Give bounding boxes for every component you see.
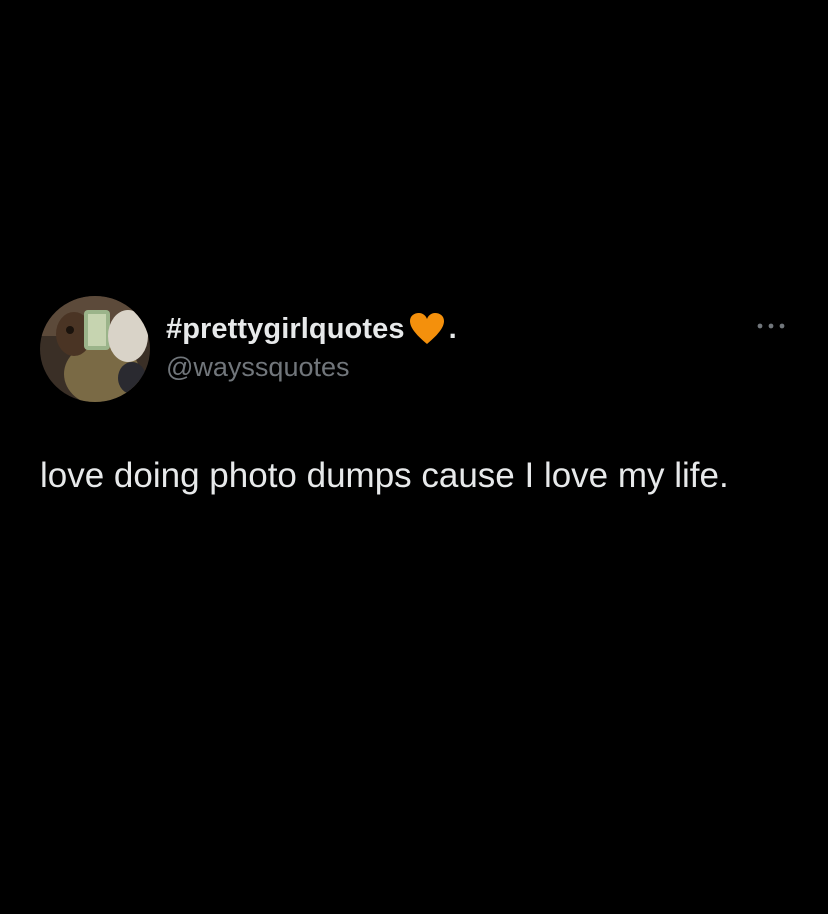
tweet-card: #prettygirlquotes . @wayssquotes love do…: [40, 296, 790, 502]
more-options-button[interactable]: [754, 318, 788, 334]
avatar-photo: [40, 296, 150, 402]
display-name[interactable]: #prettygirlquotes: [166, 313, 405, 346]
ellipsis-icon: [757, 323, 785, 329]
tweet-screenshot: #prettygirlquotes . @wayssquotes love do…: [0, 0, 828, 914]
display-name-row[interactable]: #prettygirlquotes .: [166, 310, 457, 348]
tweet-text: love doing photo dumps cause I love my l…: [40, 456, 729, 495]
avatar[interactable]: [40, 296, 150, 402]
orange-heart-icon: [409, 312, 445, 346]
tweet-header: #prettygirlquotes . @wayssquotes: [40, 296, 790, 402]
author-names: #prettygirlquotes . @wayssquotes: [166, 310, 457, 383]
user-handle[interactable]: @wayssquotes: [166, 352, 457, 383]
display-name-suffix: .: [448, 312, 457, 345]
